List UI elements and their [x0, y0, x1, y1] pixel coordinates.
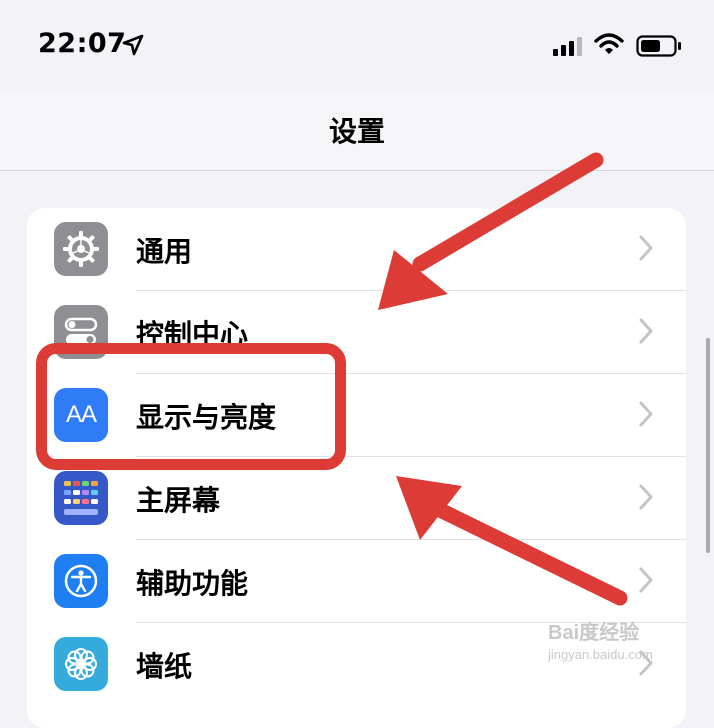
watermark-sub-text: jingyan.baidu.com	[548, 647, 653, 662]
annotation-arrows	[378, 152, 628, 606]
arrow-down-left-icon	[378, 152, 604, 310]
watermark-main-text: Bai度经验	[548, 622, 640, 644]
arrow-up-left-icon	[396, 476, 628, 606]
baidu-jingyan-watermark: Bai度经验 jingyan.baidu.com	[548, 616, 653, 662]
